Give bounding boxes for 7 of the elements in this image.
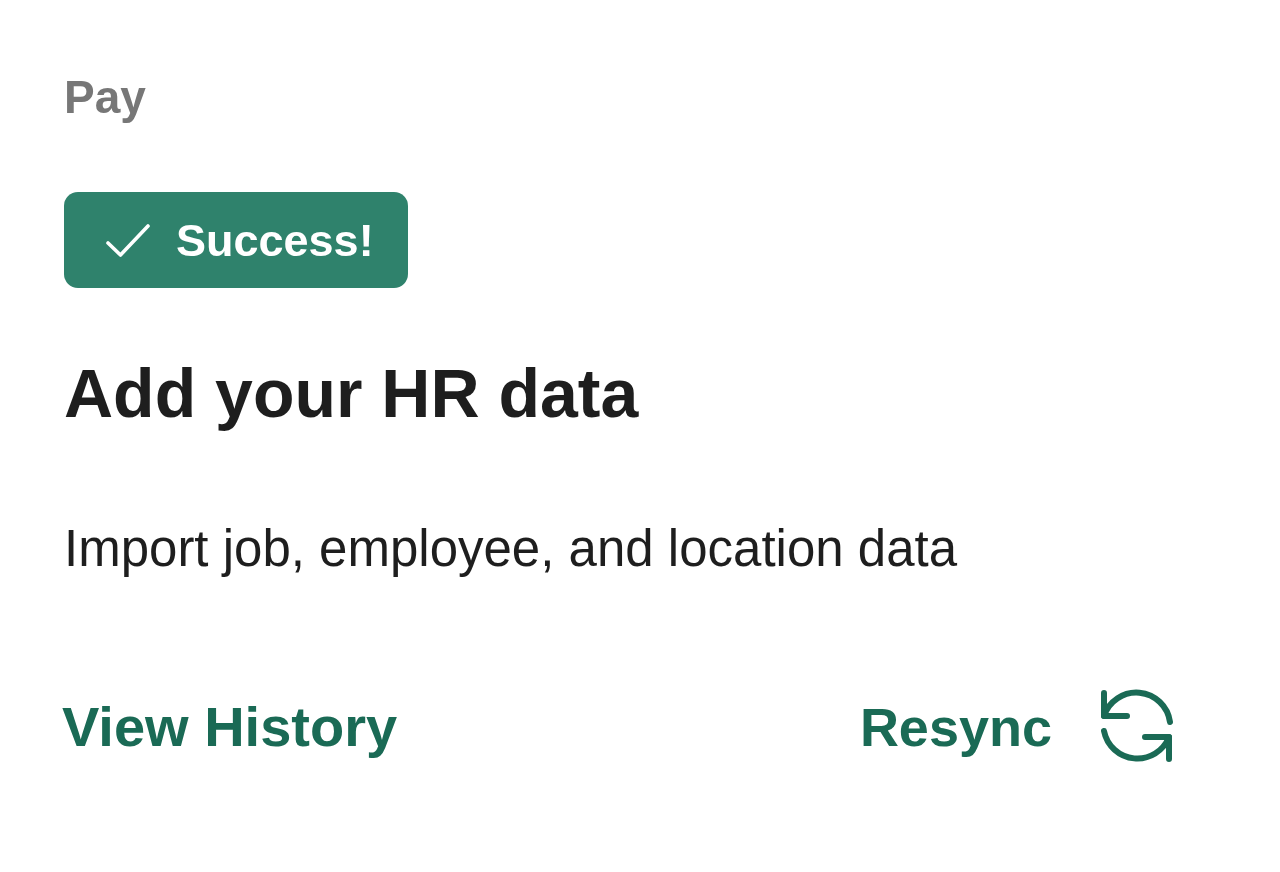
check-icon xyxy=(106,223,150,257)
status-badge: Success! xyxy=(64,192,408,289)
view-history-link[interactable]: View History xyxy=(62,693,398,761)
description-text: Import job, employee, and location data xyxy=(64,518,958,579)
resync-button[interactable]: Resync xyxy=(859,686,1176,767)
card-title: Add your HR data xyxy=(64,354,639,434)
section-label: Pay xyxy=(64,70,146,125)
